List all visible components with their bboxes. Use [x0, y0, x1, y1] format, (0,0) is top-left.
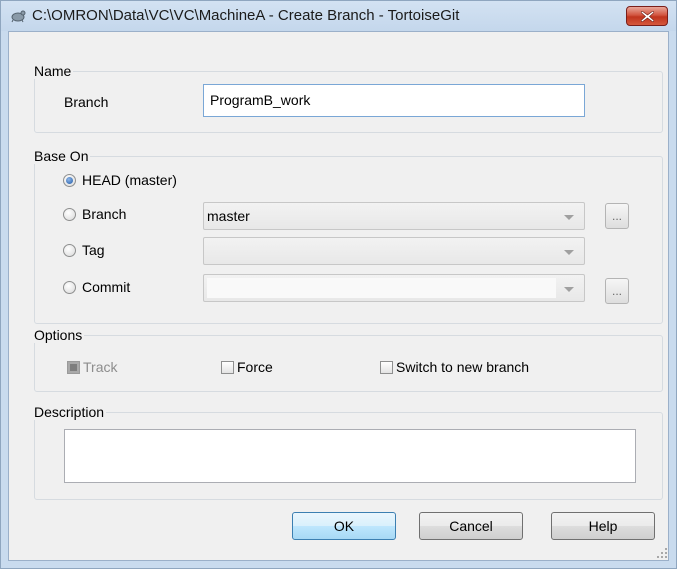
window-title: C:\OMRON\Data\VC\VC\MachineA - Create Br… [32, 7, 460, 24]
commit-radio[interactable] [63, 281, 76, 294]
description-input[interactable] [64, 429, 636, 483]
cancel-button[interactable]: Cancel [419, 512, 523, 540]
chevron-down-icon [564, 287, 574, 292]
options-group-title: Options [34, 327, 85, 343]
commit-combo[interactable] [203, 274, 585, 302]
create-branch-dialog: C:\OMRON\Data\VC\VC\MachineA - Create Br… [0, 0, 677, 569]
tag-radio[interactable] [63, 244, 76, 257]
browse-commit-button[interactable]: ... [605, 278, 629, 304]
branch-name-input[interactable]: ProgramB_work [203, 84, 585, 117]
dialog-body: Name Branch ProgramB_work Base On HEAD (… [8, 31, 669, 561]
commit-combo-field [207, 278, 556, 298]
name-group-title: Name [34, 63, 74, 79]
head-radio[interactable] [63, 174, 76, 187]
chevron-down-icon [564, 250, 574, 255]
ok-button[interactable]: OK [292, 512, 396, 540]
branch-radio[interactable] [63, 208, 76, 221]
resize-grip-icon[interactable] [656, 546, 668, 558]
force-checkbox[interactable] [221, 361, 234, 374]
close-icon [641, 11, 654, 22]
tag-radio-label[interactable]: Tag [82, 242, 105, 258]
description-group-title: Description [34, 404, 107, 420]
help-button[interactable]: Help [551, 512, 655, 540]
tag-combo[interactable] [203, 237, 585, 265]
branch-name-label: Branch [64, 94, 109, 110]
branch-combo-value: master [207, 208, 250, 224]
browse-branch-button[interactable]: ... [605, 203, 629, 229]
title-bar[interactable]: C:\OMRON\Data\VC\VC\MachineA - Create Br… [1, 1, 676, 31]
branch-radio-label[interactable]: Branch [82, 206, 126, 222]
close-button[interactable] [626, 6, 668, 26]
tortoisegit-icon [10, 9, 26, 23]
commit-radio-label[interactable]: Commit [82, 279, 130, 295]
switch-branch-label[interactable]: Switch to new branch [396, 359, 529, 375]
branch-combo[interactable]: master [203, 202, 585, 230]
track-label[interactable]: Track [83, 359, 117, 375]
switch-branch-checkbox[interactable] [380, 361, 393, 374]
head-radio-label[interactable]: HEAD (master) [82, 172, 177, 188]
track-checkbox[interactable] [67, 361, 80, 374]
force-label[interactable]: Force [237, 359, 273, 375]
base-on-group-title: Base On [34, 148, 91, 164]
options-group: Options [34, 327, 663, 392]
chevron-down-icon [564, 215, 574, 220]
